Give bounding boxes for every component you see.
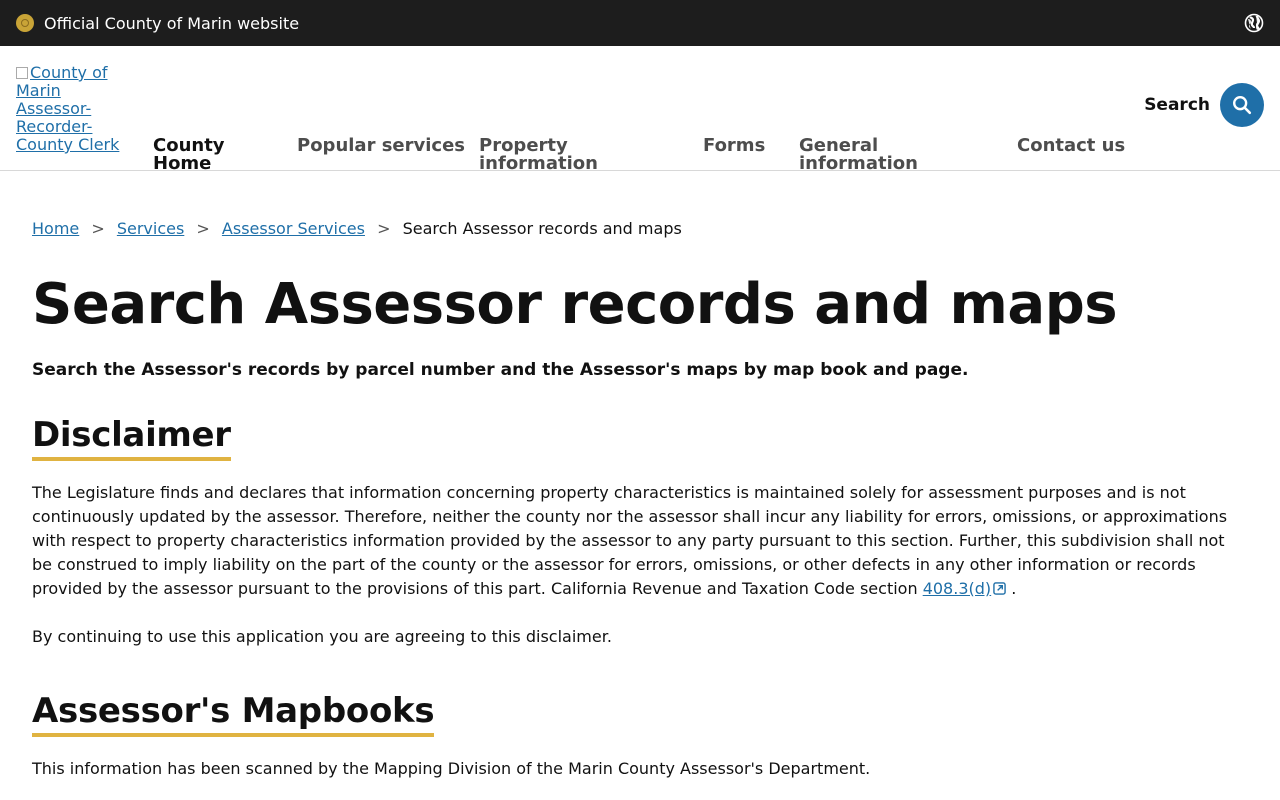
breadcrumb-separator: > xyxy=(196,219,210,238)
disclaimer-agreement: By continuing to use this application yo… xyxy=(32,627,612,646)
search-icon xyxy=(1233,96,1252,115)
code-section-link[interactable]: 408.3(d) xyxy=(923,579,1006,598)
code-section-link-text: 408.3(d) xyxy=(922,579,992,598)
breadcrumb: Home > Services > Assessor Services > Se… xyxy=(32,219,1248,239)
nav-label-line2: information xyxy=(479,153,598,174)
official-site-banner: Official County of Marin website xyxy=(0,0,1280,46)
breadcrumb-assessor-services[interactable]: Assessor Services xyxy=(222,219,365,238)
logo-alt-text: County of Marin Assessor-Recorder-County… xyxy=(16,63,120,154)
disclaimer-body: The Legislature finds and declares that … xyxy=(32,481,1248,601)
nav-label: Forms xyxy=(703,135,766,156)
nav-label: Contact us xyxy=(1017,135,1126,156)
broken-image-icon xyxy=(16,67,28,79)
site-logo-link[interactable]: County of Marin Assessor-Recorder-County… xyxy=(16,64,126,154)
mapbooks-heading: Assessor's Mapbooks xyxy=(32,691,435,737)
nav-forms[interactable]: Forms xyxy=(703,137,765,155)
disclaimer-section: Disclaimer The Legislature finds and dec… xyxy=(32,415,1248,649)
search-button[interactable] xyxy=(1220,83,1264,127)
nav-label-line2: information xyxy=(799,153,918,174)
nav-label-line2: Home xyxy=(153,153,212,174)
nav-general-information[interactable]: General information xyxy=(799,137,918,173)
official-site-label: Official County of Marin website xyxy=(16,14,299,33)
disclaimer-period: . xyxy=(1011,579,1017,598)
search-label[interactable]: Search xyxy=(1144,95,1210,115)
county-seal-icon xyxy=(16,14,34,32)
breadcrumb-services[interactable]: Services xyxy=(117,219,184,238)
nav-label: Popular services xyxy=(297,135,466,156)
nav-popular-services[interactable]: Popular services xyxy=(297,137,465,155)
page-title: Search Assessor records and maps xyxy=(32,272,1118,337)
mapbooks-body: This information has been scanned by the… xyxy=(32,759,871,778)
nav-county-home[interactable]: County Home xyxy=(153,137,225,173)
header-search[interactable]: Search xyxy=(1144,83,1264,127)
external-link-icon xyxy=(993,582,1006,595)
disclaimer-heading: Disclaimer xyxy=(32,415,231,461)
page-subtitle: Search the Assessor's records by parcel … xyxy=(32,360,969,380)
globe-icon[interactable] xyxy=(1244,13,1264,33)
nav-property-information[interactable]: Property information xyxy=(479,137,598,173)
breadcrumb-current: Search Assessor records and maps xyxy=(402,219,682,238)
site-header: County of Marin Assessor-Recorder-County… xyxy=(0,46,1280,173)
breadcrumb-separator: > xyxy=(377,219,391,238)
main-content: Home > Services > Assessor Services > Se… xyxy=(0,219,1280,781)
mapbooks-section: Assessor's Mapbooks This information has… xyxy=(32,691,1248,781)
nav-contact-us[interactable]: Contact us xyxy=(1017,137,1125,155)
breadcrumb-separator: > xyxy=(91,219,105,238)
official-site-text: Official County of Marin website xyxy=(44,13,300,33)
disclaimer-text: The Legislature finds and declares that … xyxy=(32,483,1228,598)
breadcrumb-home[interactable]: Home xyxy=(32,219,79,238)
